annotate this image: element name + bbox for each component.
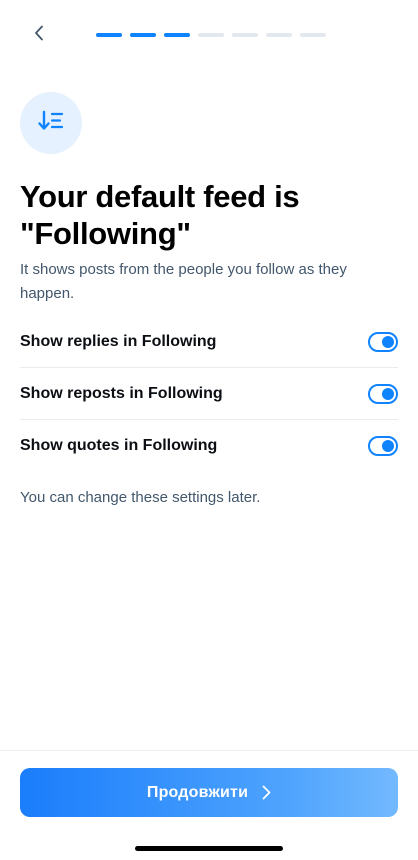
feed-settings-list: Show replies in Following Show reposts i… (20, 316, 398, 472)
quotes-toggle[interactable] (368, 436, 398, 456)
setting-label: Show quotes in Following (20, 437, 218, 454)
sort-descending-list-icon (38, 110, 64, 137)
chevron-right-icon (262, 785, 271, 800)
page-title: Your default feed is "Following" (20, 179, 300, 251)
toggle-knob (382, 335, 394, 348)
reposts-toggle[interactable] (368, 383, 398, 404)
back-button[interactable] (26, 22, 52, 48)
setting-label: Show reposts in Following (20, 384, 223, 402)
home-indicator (135, 846, 283, 851)
settings-hint: You can change these settings later. (20, 489, 261, 506)
progress-step (96, 33, 122, 37)
replies-toggle[interactable] (368, 331, 398, 352)
toggle-knob (382, 387, 394, 400)
setting-row-quotes[interactable]: Show quotes in Following (20, 420, 398, 472)
toggle-knob (382, 440, 394, 452)
progress-step (232, 33, 258, 37)
page-subtitle: It shows posts from the people you follo… (20, 261, 347, 302)
chevron-left-icon (34, 25, 44, 46)
continue-label: Продовжити (146, 783, 249, 801)
setting-row-reposts[interactable]: Show reposts in Following (20, 368, 398, 420)
footer-divider (0, 750, 418, 751)
step-progress (96, 33, 326, 37)
progress-step (198, 33, 224, 37)
setting-label: Show replies in Following (20, 332, 217, 350)
progress-step (266, 33, 292, 37)
continue-button[interactable]: Продовжити (20, 768, 398, 817)
progress-step (300, 33, 326, 37)
setting-row-replies[interactable]: Show replies in Following (20, 316, 398, 368)
progress-step (130, 33, 156, 37)
progress-step (164, 33, 190, 37)
hero-icon-badge (20, 92, 82, 154)
top-bar (0, 0, 418, 70)
